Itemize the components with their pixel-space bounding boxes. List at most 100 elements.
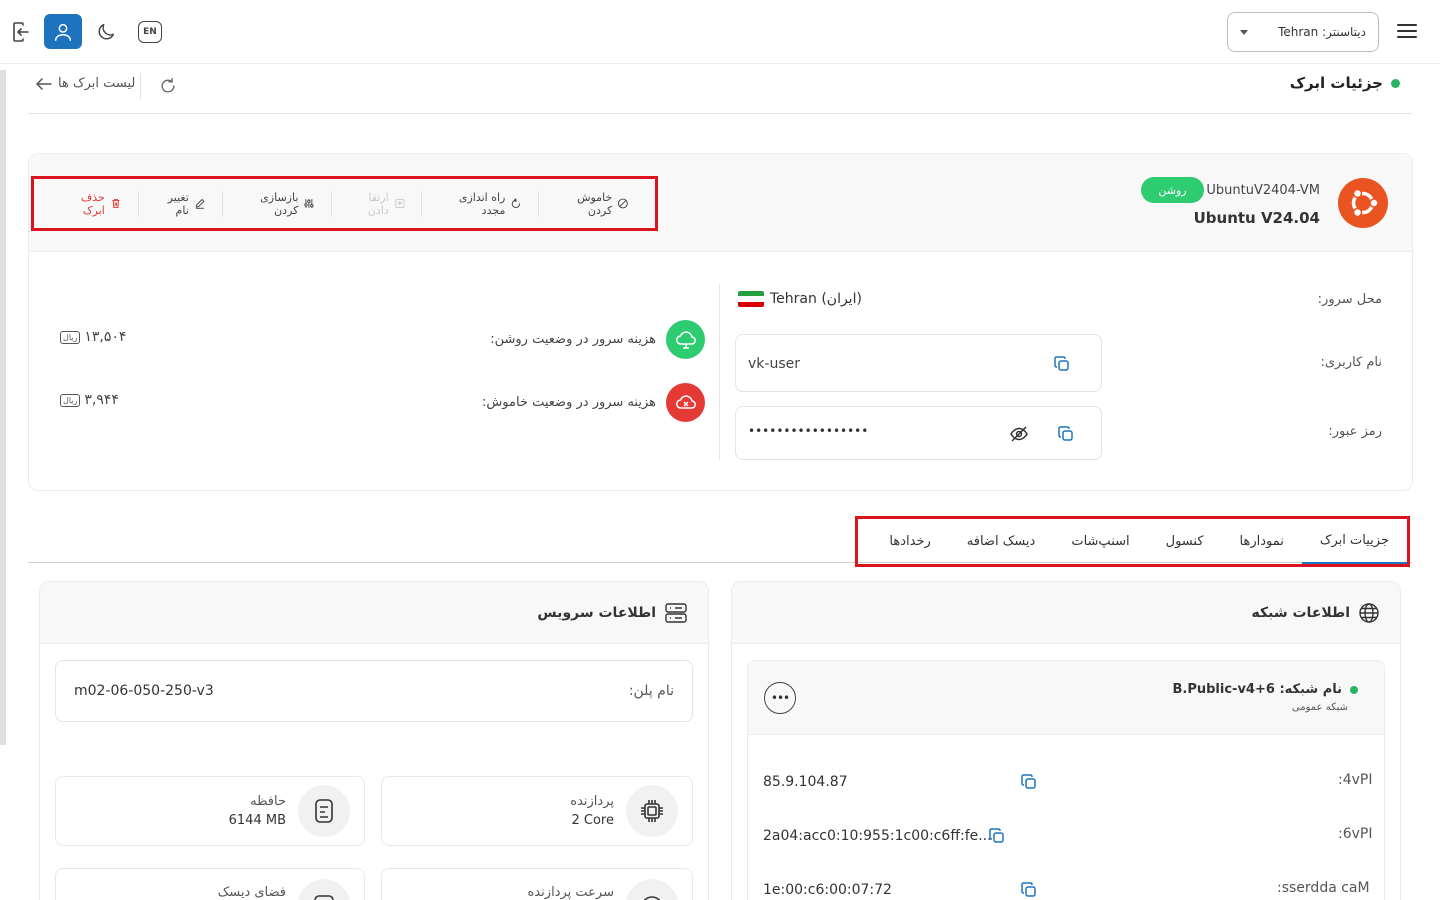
mac-label: Mac address: [1277, 880, 1370, 896]
more-options-button[interactable]: ••• [764, 682, 796, 714]
tab-details[interactable]: جزییات ابرک [1301, 519, 1407, 564]
globe-icon [1359, 602, 1379, 623]
upgrade-icon [395, 198, 405, 209]
moon-icon [98, 23, 115, 40]
vm-actions-toolbar: خاموش کردن راه اندازی مجدد ارتقا دادن با… [31, 176, 658, 231]
cpu-speed-card: سرعت پردازنده [381, 868, 693, 900]
refresh-icon [161, 77, 175, 93]
page-title-text: جزئیات ابرک [1289, 74, 1383, 92]
cloud-on-icon [666, 320, 705, 359]
disk-label: فضای دیسک [217, 885, 286, 900]
page-title: جزئیات ابرک [1290, 74, 1400, 92]
service-info-panel: اطلاعات سرویس [39, 581, 709, 900]
refresh-button[interactable] [158, 76, 178, 100]
username-label: نام کاربری: [1320, 355, 1382, 370]
service-title: اطلاعات سرویس [537, 604, 656, 621]
username-field[interactable]: vk-user [735, 334, 1102, 392]
rename-button[interactable]: تغییر نام [137, 190, 222, 217]
ipv6-value: 2a04:acc0:10:955:1c00:c6ff:fe... [763, 828, 992, 844]
logout-icon[interactable] [2, 13, 40, 51]
ubuntu-logo-icon [1338, 178, 1388, 228]
cloud-off-icon [666, 383, 705, 422]
upgrade-label: ارتقا دادن [367, 190, 389, 217]
restart-icon [512, 198, 521, 208]
location-value: Tehran (ایران) [738, 291, 862, 307]
rial-currency: ریال [60, 393, 81, 407]
divider [719, 284, 720, 460]
user-profile-button[interactable] [44, 14, 82, 49]
speedometer-icon [626, 879, 678, 900]
location-text: Tehran (ایران) [770, 291, 862, 307]
copy-icon[interactable] [1057, 425, 1075, 443]
detail-tabs: جزییات ابرک نمودارها کنسول اسنپ‌شات دیسک… [855, 516, 1410, 567]
vm-name: UbuntuV2404-VM [1206, 183, 1320, 198]
divider [28, 113, 1412, 114]
menu-icon[interactable] [1397, 24, 1417, 38]
dark-mode-toggle[interactable] [87, 13, 125, 51]
eye-off-icon[interactable] [1009, 424, 1029, 448]
ipv4-value: 85.9.104.87 [763, 774, 848, 790]
lang-label: EN [138, 21, 162, 43]
tab-events[interactable]: رخدادها [871, 519, 948, 564]
cpu-label: پردازنده [570, 794, 614, 809]
copy-icon[interactable] [1020, 773, 1038, 791]
plan-row: نام پلن: m02-06-050-250-v3 [55, 660, 693, 722]
user-icon [54, 23, 72, 41]
cost-off-amount: ۳,۹۴۴ [84, 392, 119, 408]
trash-icon [112, 198, 120, 209]
datacenter-select-value: دیتاسنتر: Tehran [1278, 25, 1366, 39]
memory-icon [298, 785, 350, 837]
network-name: نام شبکه: B.Public-v4+6 [1172, 682, 1358, 697]
back-link-label: لیست ابرک ها [58, 76, 136, 91]
network-card-header: نام شبکه: B.Public-v4+6 شبکه عمومی ••• [748, 661, 1384, 735]
rebuild-label: بازسازی کردن [260, 190, 299, 217]
password-field[interactable]: ••••••••••••••••• [735, 406, 1102, 460]
restart-button[interactable]: راه اندازی مجدد [421, 190, 538, 217]
rebuild-button[interactable]: بازسازی کردن [221, 190, 332, 217]
cost-on-value: ریال ۱۳,۵۰۴ [60, 329, 126, 345]
rename-label: تغییر نام [167, 190, 189, 217]
mac-value: 1e:00:c6:00:07:72 [763, 882, 892, 898]
delete-vm-button[interactable]: حذف ابرک [44, 191, 138, 217]
divider [140, 73, 141, 99]
copy-icon[interactable] [1020, 881, 1038, 899]
cpu-icon [626, 785, 678, 837]
arrow-left-icon [36, 77, 52, 90]
cost-off-value: ریال ۳,۹۴۴ [60, 392, 119, 408]
ram-value: 6144 MB [228, 813, 286, 828]
location-label: محل سرور: [1317, 292, 1382, 307]
upgrade-button[interactable]: ارتقا دادن [331, 190, 421, 217]
cost-off-row: هزینه سرور در وضعیت خاموش: [482, 383, 705, 422]
copy-icon[interactable] [988, 827, 1006, 845]
datacenter-select[interactable]: دیتاسنتر: Tehran [1227, 12, 1379, 52]
username-value: vk-user [748, 356, 800, 372]
disk-icon [298, 879, 350, 900]
cpu-card: پردازنده 2 Core [381, 776, 693, 846]
tab-snapshots[interactable]: اسنپ‌شات [1053, 519, 1147, 564]
copy-icon[interactable] [1053, 355, 1071, 373]
tab-console[interactable]: کنسول [1148, 519, 1222, 564]
status-badge: روشن [1141, 177, 1204, 203]
sliders-icon [304, 199, 314, 208]
network-status-dot [1350, 685, 1358, 694]
disk-card: فضای دیسک [55, 868, 365, 900]
tab-charts[interactable]: نمودارها [1222, 519, 1302, 564]
iran-flag-icon [738, 291, 764, 307]
power-off-icon [618, 198, 629, 209]
language-button[interactable]: EN [131, 13, 169, 51]
network-name-text: نام شبکه: B.Public-v4+6 [1172, 682, 1343, 697]
server-icon [665, 602, 687, 623]
tab-extra-disk[interactable]: دیسک اضافه [949, 519, 1054, 564]
ram-label: حافظه [250, 794, 286, 809]
chevron-down-icon [1240, 29, 1248, 35]
network-type: شبکه عمومی [1291, 702, 1348, 713]
power-off-button[interactable]: خاموش کردن [538, 190, 645, 217]
cost-on-label: هزینه سرور در وضعیت روشن: [490, 332, 656, 347]
cpu-speed-label: سرعت پردازنده [527, 885, 614, 900]
ipv6-label: IPv6: [1338, 826, 1373, 842]
back-to-list-link[interactable]: لیست ابرک ها [36, 76, 135, 91]
cost-on-row: هزینه سرور در وضعیت روشن: [490, 320, 705, 359]
password-value: ••••••••••••••••• [748, 424, 869, 438]
scrollbar[interactable] [0, 70, 6, 745]
plan-label: نام پلن: [628, 683, 674, 699]
